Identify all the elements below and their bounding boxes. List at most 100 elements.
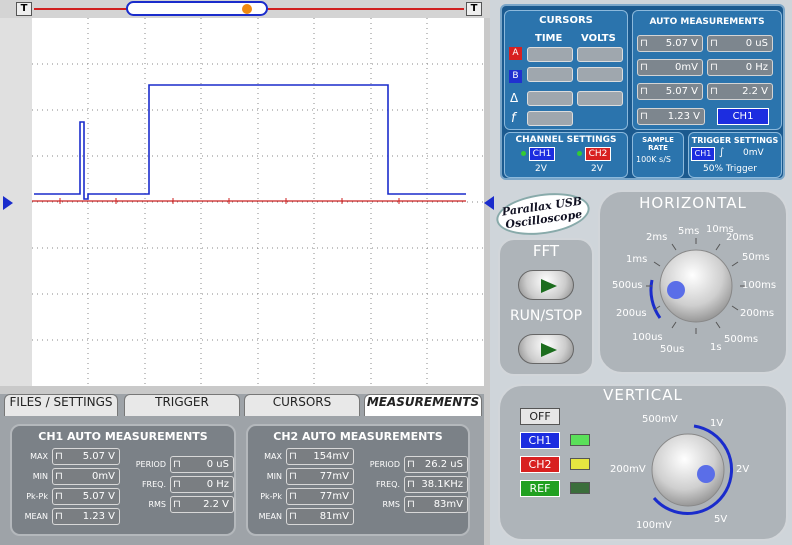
trigger-position-icon[interactable] [242,4,252,14]
tab-files-settings[interactable]: FILES / SETTINGS [4,394,118,416]
timeline-window[interactable] [126,1,268,16]
trigger-level-marker-icon[interactable] [484,196,494,210]
horizontal-label[interactable]: 50ms [742,252,770,263]
measurement-value: 81mV [319,511,349,522]
timeline-bar[interactable]: T T [0,0,490,18]
screen-left-strip [0,18,32,386]
waveform-icon: ⊓ [407,499,415,510]
ch1_meas-left-1-label: MIN [32,472,48,481]
measurement-value: 83mV [433,499,463,510]
measurement-value: 0mV [92,471,115,482]
horizontal-label[interactable]: 1ms [626,254,647,265]
waveform-icon: ⊓ [55,471,63,482]
cursor-delta-time [527,91,573,106]
cursors-title: CURSORS [539,15,593,26]
horizontal-label[interactable]: 100us [632,332,663,343]
tab-measurements[interactable]: MEASUREMENTS [364,394,482,416]
cursor-a-button[interactable]: A [509,47,522,60]
bottom-panel: FILES / SETTINGS TRIGGER CURSORS MEASURE… [0,394,484,545]
ch1_meas-left-3-value: ⊓ 1.23 V [52,508,120,525]
auto-measurement-6[interactable]: ⊓ 1.23 V [637,108,705,125]
channel-settings-panel: CHANNEL SETTINGS CH1 CH2 2V 2V [504,132,628,178]
ch1_meas-left-3-label: MEAN [24,512,48,521]
scope-display [32,18,484,386]
ch1-led-icon [521,151,526,156]
vertical-label[interactable]: 100mV [636,520,672,531]
waveform-icon: ⊓ [640,62,648,73]
horizontal-label[interactable]: 200us [616,308,647,319]
channel-settings-title: CHANNEL SETTINGS [515,135,617,145]
trigger-right-marker[interactable]: T [466,2,482,16]
auto-channel-select[interactable]: CH1 [717,108,769,125]
run-stop-button[interactable] [518,334,574,364]
ch1-measurements-title: CH1 AUTO MEASUREMENTS [38,430,208,443]
tab-trigger[interactable]: TRIGGER [124,394,240,416]
ch2_meas-left-1-value: ⊓ 77mV [286,468,354,485]
trigger-left-marker[interactable]: T [16,2,32,16]
cursor-b-time [527,67,573,82]
cursors-volts-label: VOLTS [581,33,616,44]
waveform-icon: ⊓ [640,86,648,97]
horizontal-label[interactable]: 100ms [742,280,776,291]
ch2_meas-left-2-value: ⊓ 77mV [286,488,354,505]
horizontal-label[interactable]: 5ms [678,226,699,237]
cursor-b-volts [577,67,623,82]
cursor-b-button[interactable]: B [509,70,522,83]
horizontal-label[interactable]: 1s [710,342,722,353]
waveform-icon: ⊓ [55,511,63,522]
vertical-label[interactable]: 1V [710,418,723,429]
horizontal-label[interactable]: 50us [660,344,684,355]
ch2_meas-right-2-label: RMS [382,500,400,509]
horizontal-label[interactable]: 200ms [740,308,774,319]
auto-measurement-4[interactable]: ⊓ 5.07 V [637,83,703,100]
vertical-label[interactable]: 5V [714,514,727,525]
ch1-settings-button[interactable]: CH1 [529,147,555,161]
vertical-label[interactable]: 2V [736,464,749,475]
waveform-icon: ⊓ [289,511,297,522]
cursor-frequency [527,111,573,126]
auto-measurement-5[interactable]: ⊓ 2.2 V [707,83,773,100]
trigger-edge-icon[interactable]: ∫ [719,147,724,158]
ch1-offset-marker-icon[interactable] [3,196,13,210]
tab-cursors[interactable]: CURSORS [244,394,360,416]
sample-rate-panel: SAMPLE RATE 100K s/S [632,132,684,178]
auto-measurement-value: 1.23 V [667,111,700,122]
ch1_meas-left-0-value: ⊓ 5.07 V [52,448,120,465]
ch2_meas-right-0-value: ⊓ 26.2 uS [404,456,468,473]
cursors-panel: CURSORS TIME VOLTS A B Δ f [504,10,628,130]
waveform-icon: ⊓ [710,86,718,97]
auto-measurement-value: 0mV [675,62,698,73]
waveform-icon: ⊓ [173,459,181,470]
ch1_meas-right-0-label: PERIOD [135,460,166,469]
auto-measurement-0[interactable]: ⊓ 5.07 V [637,35,703,52]
ch2_meas-right-1-value: ⊓ 38.1KHz [404,476,468,493]
waveform-icon: ⊓ [710,62,718,73]
ch2_meas-left-3-label: MEAN [258,512,282,521]
vertical-label[interactable]: 500mV [642,414,678,425]
ch2_meas-right-2-value: ⊓ 83mV [404,496,468,513]
ch2-volts-div: 2V [591,164,603,174]
horizontal-panel: HORIZONTAL 5ms 10ms 20ms 50ms 100ms 200ms 500m… [598,190,788,374]
auto-measurement-1[interactable]: ⊓ 0 uS [707,35,773,52]
vertical-label[interactable]: 200mV [610,464,646,475]
auto-measurement-3[interactable]: ⊓ 0 Hz [707,59,773,76]
fft-label: FFT [532,242,560,260]
ch2_meas-left-0-label: MAX [264,452,282,461]
auto-measurement-2[interactable]: ⊓ 0mV [637,59,703,76]
cursor-delta-volts [577,91,623,106]
sample-rate-value[interactable]: 100K s/S [636,155,671,164]
frequency-label: f [511,111,516,126]
measurement-value: 38.1KHz [421,479,463,490]
ch1_meas-left-2-value: ⊓ 5.07 V [52,488,120,505]
ch2-led-icon [577,151,582,156]
measurement-value: 5.07 V [82,451,115,462]
horizontal-label[interactable]: 2ms [646,232,667,243]
trigger-channel-button[interactable]: CH1 [691,147,715,161]
trigger-settings-panel: TRIGGER SETTINGS CH1 ∫ 0mV 50% Trigger [688,132,782,178]
trigger-mode[interactable]: 50% Trigger [703,164,757,174]
fft-button[interactable] [518,270,574,300]
ch2-settings-button[interactable]: CH2 [585,147,611,161]
horizontal-label[interactable]: 500ms [724,334,758,345]
horizontal-label[interactable]: 500us [612,280,643,291]
horizontal-label[interactable]: 20ms [726,232,754,243]
